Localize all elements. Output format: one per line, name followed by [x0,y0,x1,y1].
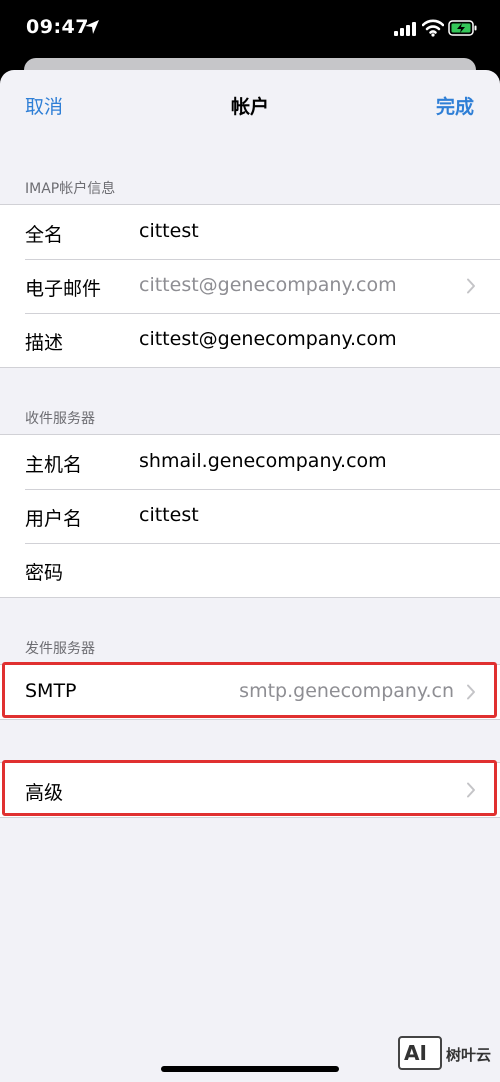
advanced-label: 高级 [25,782,64,804]
location-arrow-icon [85,20,99,34]
description-label: 描述 [25,332,64,354]
section-header-incoming: 收件服务器 [25,411,95,427]
hostname-field[interactable]: shmail.genecompany.com [139,450,387,472]
page-title: 帐户 [230,96,269,118]
hostname-label: 主机名 [25,454,83,476]
battery-charging-icon [448,20,477,36]
email-value: cittest@genecompany.com [139,274,397,296]
full-name-field[interactable]: cittest [139,220,199,242]
wifi-icon [422,19,444,37]
home-indicator[interactable] [161,1066,339,1072]
advanced-group: 高级 [0,762,500,818]
incoming-server-group: 主机名 shmail.genecompany.com 用户名 cittest 密… [0,434,500,598]
cancel-button[interactable]: 取消 [25,92,63,119]
description-row[interactable]: 描述 cittest@genecompany.com [0,313,500,367]
done-button[interactable]: 完成 [436,92,474,119]
password-label: 密码 [25,562,64,584]
outgoing-server-group: SMTP smtp.genecompany.cn [0,664,500,720]
status-bar: 09:47 [0,0,500,60]
status-time: 09:47 [26,16,89,38]
watermark-logo-text: AI [404,1041,427,1065]
password-row[interactable]: 密码 [0,543,500,597]
full-name-row[interactable]: 全名 cittest [0,205,500,259]
watermark-text: 树叶云 [446,1046,492,1064]
email-label: 电子邮件 [25,278,102,300]
section-header-imap: IMAP帐户信息 [25,181,116,197]
username-field[interactable]: cittest [139,504,199,526]
email-row[interactable]: 电子邮件 cittest@genecompany.com [0,259,500,313]
chevron-right-icon [467,782,475,798]
smtp-label: SMTP [25,680,77,702]
account-sheet: 取消 帐户 完成 IMAP帐户信息 全名 cittest 电子邮件 cittes… [0,70,500,1082]
chevron-right-icon [467,684,475,700]
watermark-logo: AI [398,1036,442,1070]
hostname-row[interactable]: 主机名 shmail.genecompany.com [0,435,500,489]
smtp-row[interactable]: SMTP smtp.genecompany.cn [0,665,500,719]
advanced-row[interactable]: 高级 [0,763,500,817]
username-row[interactable]: 用户名 cittest [0,489,500,543]
chevron-right-icon [467,278,475,294]
imap-account-group: 全名 cittest 电子邮件 cittest@genecompany.com … [0,204,500,368]
username-label: 用户名 [25,508,83,530]
navigation-bar: 取消 帐户 完成 [0,70,500,138]
section-header-outgoing: 发件服务器 [25,641,95,657]
cellular-signal-icon [394,22,416,36]
smtp-value: smtp.genecompany.cn [239,680,454,702]
full-name-label: 全名 [25,224,64,246]
description-field[interactable]: cittest@genecompany.com [139,328,397,350]
watermark: AI 树叶云 [398,1036,498,1072]
